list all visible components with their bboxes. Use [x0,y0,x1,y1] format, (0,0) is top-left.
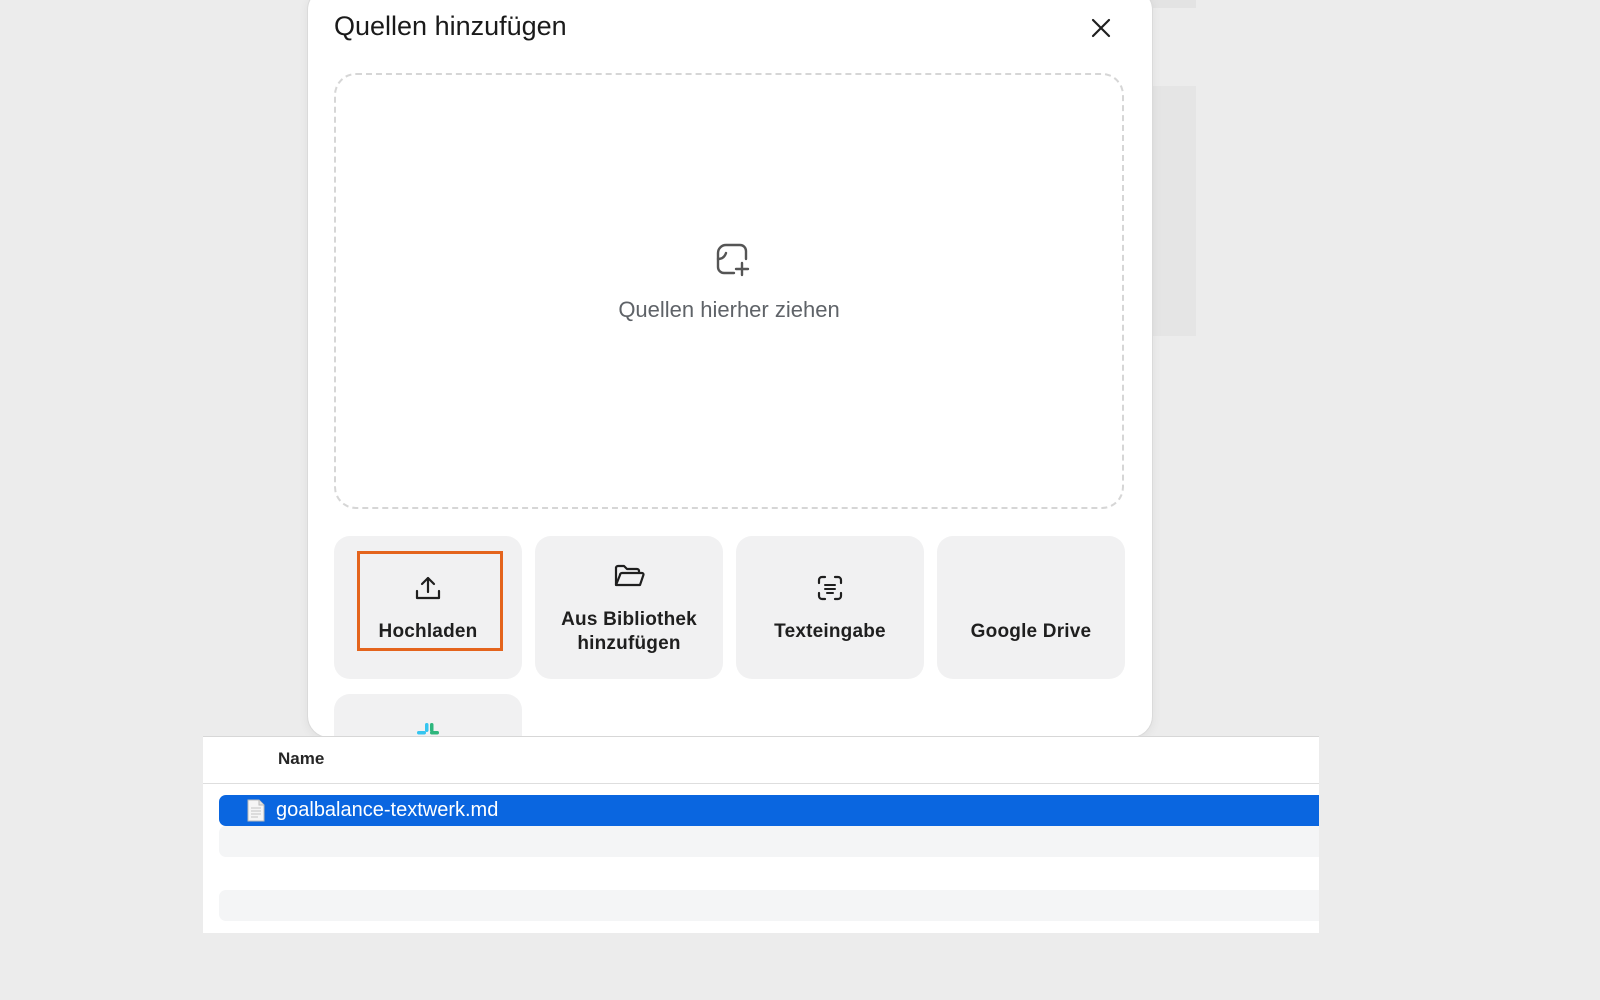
upload-tile[interactable]: Hochladen [334,536,522,679]
empty-row [219,890,1319,921]
column-header-name[interactable]: Name [203,737,1319,784]
library-label-line2: hinzufügen [577,633,681,654]
text-scan-icon [817,575,843,601]
slack-tile[interactable] [334,694,522,737]
close-icon [1091,18,1111,38]
folder-open-icon [614,564,645,587]
highlight-box [357,551,503,651]
drop-zone[interactable]: Quellen hierher ziehen [334,73,1124,509]
background-panel [1150,86,1196,336]
library-tile[interactable]: Aus Bibliothek hinzufügen [535,536,723,679]
drop-zone-label: Quellen hierher ziehen [618,297,840,322]
add-sources-dialog: Quellen hinzufügen Quellen hierher ziehe… [307,0,1153,738]
text-input-tile[interactable]: Texteingabe [736,536,924,679]
empty-row [219,826,1319,857]
library-label-line1: Aus Bibliothek [561,609,697,630]
google-drive-tile[interactable]: Google Drive [937,536,1125,679]
column-header-label: Name [278,749,325,768]
add-source-icon [716,243,750,277]
background-panel [1150,0,1196,8]
document-icon [247,799,265,822]
dialog-title: Quellen hinzufügen [334,11,567,41]
file-row[interactable]: goalbalance-textwerk.md [219,795,1319,826]
text-input-label: Texteingabe [774,621,886,642]
file-browser: Name goalbalance-textwerk.md [203,736,1319,933]
google-drive-label: Google Drive [970,621,1092,642]
close-button[interactable] [1084,11,1118,45]
file-name: goalbalance-textwerk.md [276,799,499,821]
